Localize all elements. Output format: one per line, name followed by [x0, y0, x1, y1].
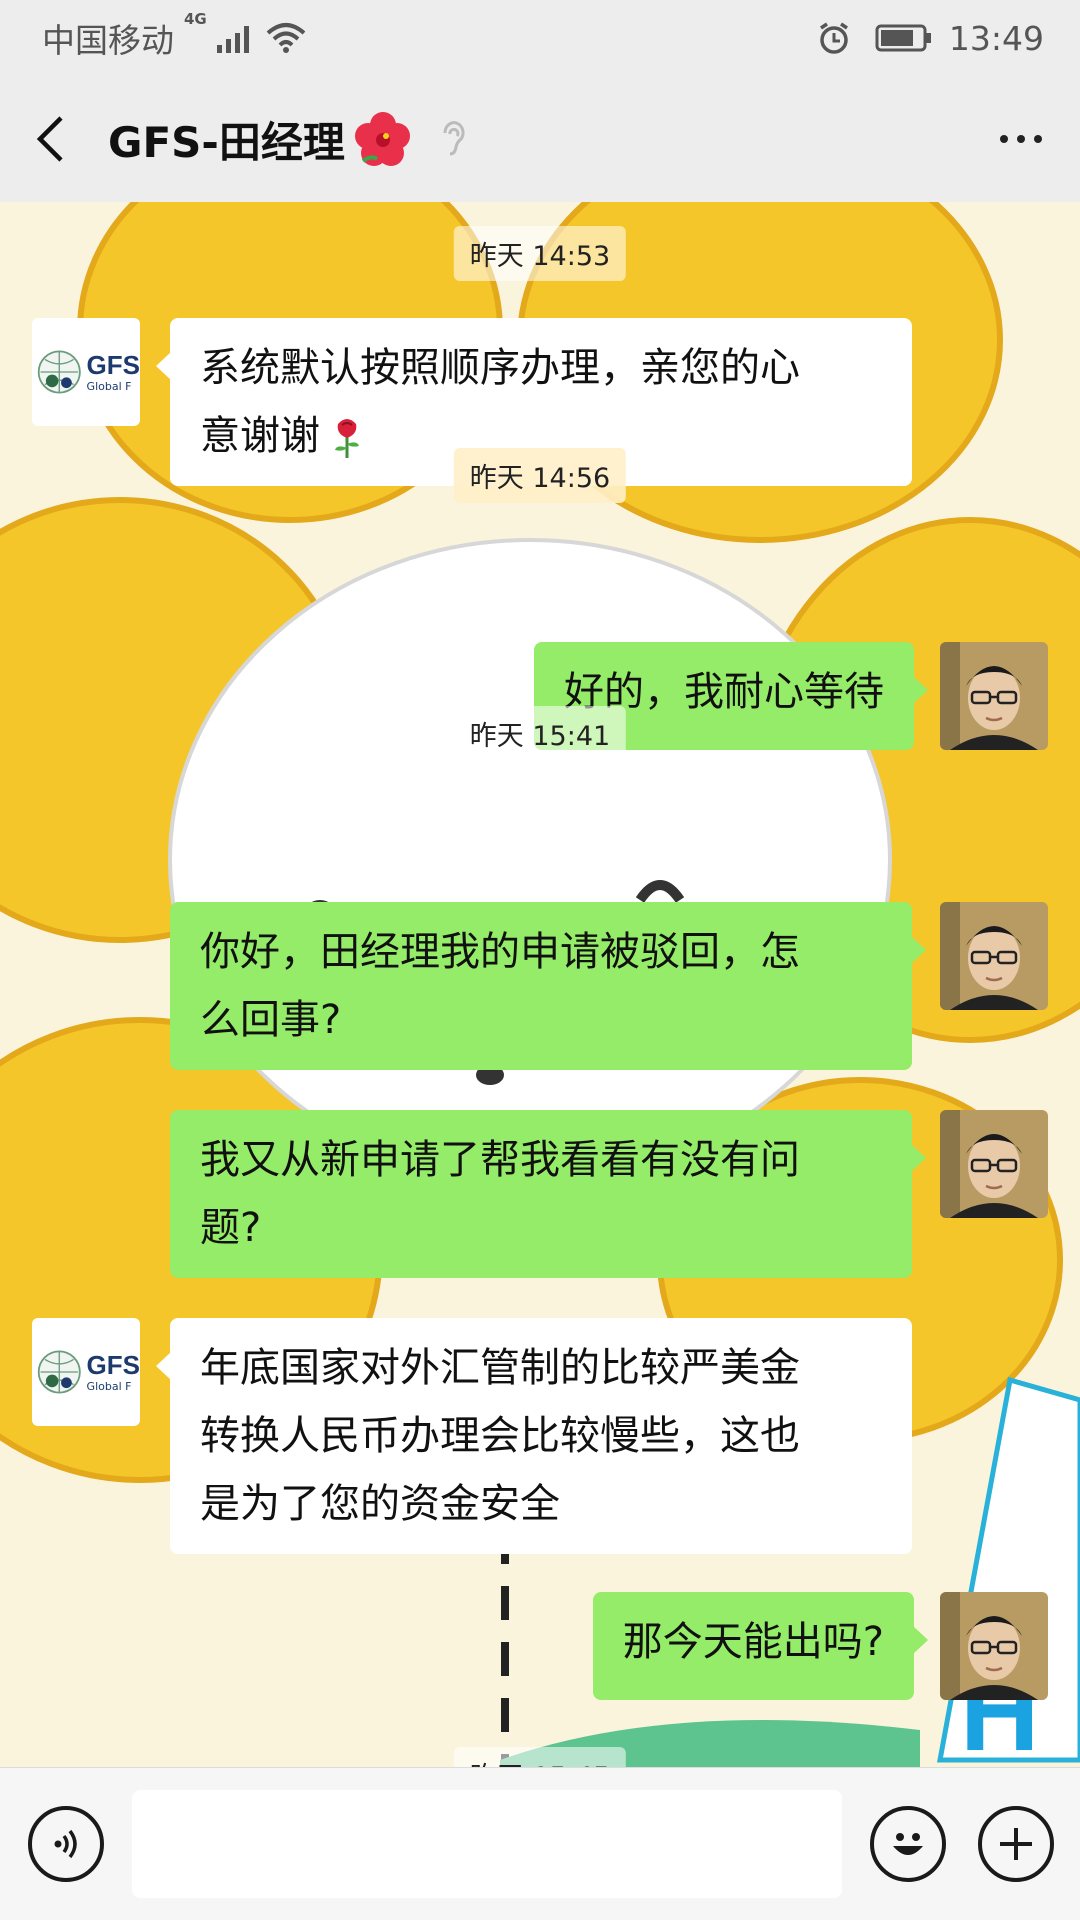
user-photo-icon [940, 1592, 1048, 1700]
user-photo-icon [940, 902, 1048, 1010]
contact-avatar[interactable]: GFS Global F [32, 1318, 140, 1426]
user-photo-icon [940, 642, 1048, 750]
message-list[interactable]: 昨天 14:53 GFS Global F 系统默认按照顺序办理，亲您的心 意谢… [0, 202, 1080, 1767]
emoji-button[interactable] [870, 1806, 946, 1882]
message-text: 系统默认按照顺序办理，亲您的心 [200, 345, 800, 391]
status-bar: 中国移动 4G 13:49 [0, 0, 1080, 76]
my-avatar[interactable] [940, 1592, 1048, 1700]
contact-avatar[interactable]: GFS Global F [32, 318, 140, 426]
message-text: 你好，田经理我的申请被驳回，怎 [200, 929, 800, 975]
outgoing-message-bubble[interactable]: 那今天能出吗? [592, 1592, 929, 1700]
message-text: 我又从新申请了帮我看看有没有问 [200, 1137, 800, 1183]
message-text: 么回事? [200, 997, 342, 1043]
voice-icon [54, 1829, 77, 1859]
clock-label: 13:49 [948, 18, 1044, 58]
ear-icon [443, 121, 465, 156]
chevron-left-icon [36, 116, 63, 162]
incoming-message-bubble[interactable]: 年底国家对外汇管制的比较严美金 转换人民币办理会比较慢些，这也 是为了您的资金安… [156, 1318, 912, 1554]
globe-logo-icon [37, 350, 81, 394]
my-avatar[interactable] [940, 642, 1048, 750]
message-text: 那今天能出吗? [622, 1619, 884, 1665]
signal-icon [216, 23, 249, 53]
plus-icon [1000, 1828, 1032, 1860]
message-timestamp: 昨天 14:56 [453, 448, 627, 503]
outgoing-message-bubble[interactable]: 我又从新申请了帮我看看有没有问 题? [170, 1110, 926, 1278]
voice-button[interactable] [28, 1806, 104, 1882]
message-text: 是为了您的资金安全 [200, 1481, 560, 1527]
more-options-button[interactable] [1000, 116, 1042, 162]
more-functions-button[interactable] [978, 1806, 1054, 1882]
rose-icon [335, 419, 359, 458]
my-avatar[interactable] [940, 1110, 1048, 1218]
hibiscus-icon [354, 112, 410, 166]
gfs-logo-text: GFS Global F [86, 350, 140, 393]
message-timestamp: 昨天 14:53 [453, 226, 627, 281]
battery-icon [875, 24, 931, 52]
message-text: 转换人民币办理会比较慢些，这也 [200, 1413, 800, 1459]
carrier-label: 中国移动 [42, 21, 174, 60]
wifi-icon [266, 23, 306, 53]
chat-header: GFS-田经理 [0, 76, 1080, 202]
user-photo-icon [940, 1110, 1048, 1218]
message-timestamp: 昨天 15:41 [453, 706, 627, 761]
alarm-icon [819, 22, 848, 54]
gfs-logo-text: GFS Global F [86, 1350, 140, 1393]
globe-logo-icon [37, 1350, 81, 1394]
network-type-label: 4G [184, 10, 207, 28]
message-input[interactable] [132, 1790, 842, 1898]
message-input-bar [0, 1767, 1080, 1920]
emoji-icon [893, 1833, 923, 1855]
message-text: 年底国家对外汇管制的比较严美金 [200, 1345, 800, 1391]
my-avatar[interactable] [940, 902, 1048, 1010]
outgoing-message-bubble[interactable]: 你好，田经理我的申请被驳回，怎 么回事? [170, 902, 926, 1070]
message-text: 题? [200, 1205, 262, 1251]
back-button[interactable] [0, 76, 100, 202]
message-timestamp: 昨天 15:45 [453, 1747, 627, 1767]
chat-title: GFS-田经理 [108, 109, 467, 170]
contact-name: GFS-田经理 [108, 117, 345, 167]
